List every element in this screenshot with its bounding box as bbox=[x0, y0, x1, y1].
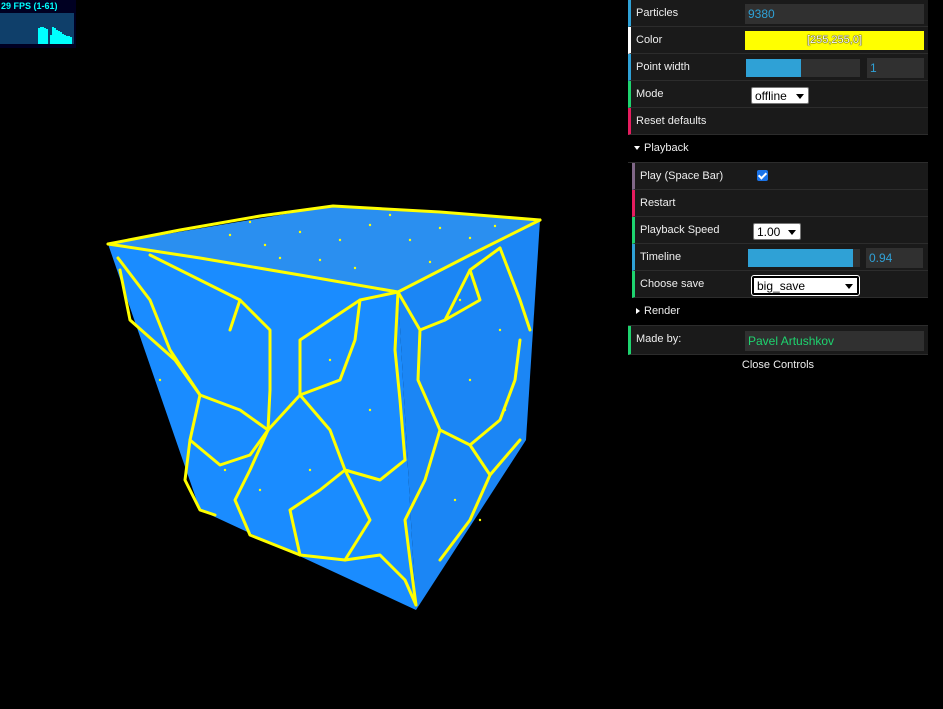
playback-speed-row: Playback Speed 1.00 bbox=[632, 217, 928, 244]
choose-save-select[interactable]: big_save bbox=[751, 275, 860, 296]
reset-defaults-button[interactable]: Reset defaults bbox=[636, 115, 706, 127]
timeline-slider[interactable] bbox=[748, 249, 860, 267]
particles-label: Particles bbox=[636, 7, 679, 19]
particles-input[interactable]: 9380 bbox=[745, 4, 924, 24]
mode-select[interactable]: offline bbox=[751, 87, 809, 104]
timeline-slider-fill bbox=[748, 249, 854, 267]
reset-defaults-row[interactable]: Reset defaults bbox=[628, 108, 928, 135]
color-picker[interactable]: [255,255,0] bbox=[745, 31, 924, 50]
particles-row: Particles 9380 bbox=[628, 0, 928, 27]
close-controls-button[interactable]: Close Controls bbox=[628, 355, 928, 375]
point-width-slider-fill bbox=[746, 59, 801, 77]
controls-panel: Particles 9380 Color [255,255,0] Point w… bbox=[628, 0, 928, 375]
play-label: Play (Space Bar) bbox=[640, 170, 724, 182]
point-width-row: Point width 1 bbox=[628, 54, 928, 81]
timeline-label: Timeline bbox=[640, 251, 682, 263]
chevron-down-icon bbox=[796, 94, 804, 99]
mode-label: Mode bbox=[636, 88, 664, 100]
made-by-input[interactable]: Pavel Artushkov bbox=[745, 331, 924, 351]
color-row: Color [255,255,0] bbox=[628, 27, 928, 54]
mode-row: Mode offline bbox=[628, 81, 928, 108]
triangle-right-icon bbox=[636, 308, 640, 314]
chevron-down-icon bbox=[788, 230, 796, 235]
render-folder-label: Render bbox=[644, 305, 681, 317]
playback-speed-value: 1.00 bbox=[757, 225, 781, 239]
particle-cube-canvas[interactable] bbox=[0, 0, 628, 709]
restart-button[interactable]: Restart bbox=[640, 197, 675, 209]
mode-select-value: offline bbox=[755, 89, 787, 103]
playback-speed-label: Playback Speed bbox=[640, 224, 720, 236]
point-width-slider[interactable] bbox=[746, 59, 860, 77]
restart-row[interactable]: Restart bbox=[632, 190, 928, 217]
render-folder-title[interactable]: Render bbox=[628, 298, 928, 326]
made-by-row: Made by: Pavel Artushkov bbox=[628, 326, 928, 355]
choose-save-label: Choose save bbox=[640, 278, 705, 290]
chevron-down-icon bbox=[845, 284, 853, 289]
triangle-down-icon bbox=[634, 146, 640, 150]
timeline-row: Timeline 0.94 bbox=[632, 244, 928, 271]
choose-save-row: Choose save big_save bbox=[632, 271, 928, 298]
play-row[interactable]: Play (Space Bar) bbox=[632, 163, 928, 190]
play-checkbox[interactable] bbox=[757, 170, 768, 181]
color-label: Color bbox=[636, 34, 663, 46]
playback-speed-select[interactable]: 1.00 bbox=[753, 223, 801, 240]
made-by-label: Made by: bbox=[636, 333, 682, 345]
playback-folder: Play (Space Bar) Restart Playback Speed … bbox=[632, 163, 928, 298]
point-width-input[interactable]: 1 bbox=[867, 58, 924, 78]
timeline-input[interactable]: 0.94 bbox=[866, 248, 923, 268]
point-width-label: Point width bbox=[636, 61, 690, 73]
choose-save-value: big_save bbox=[757, 279, 806, 293]
playback-folder-title[interactable]: Playback bbox=[628, 135, 928, 163]
playback-folder-label: Playback bbox=[644, 142, 689, 154]
